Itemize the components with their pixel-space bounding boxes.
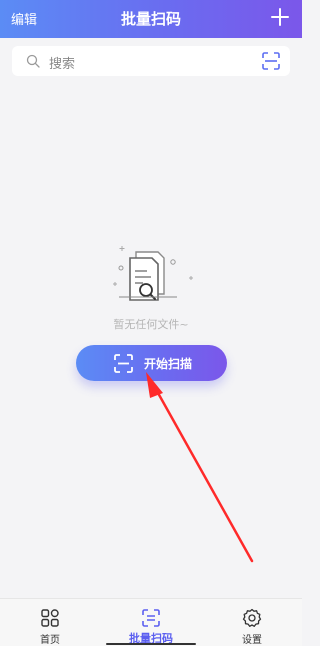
plus-icon[interactable]	[271, 8, 289, 26]
search-input[interactable]: 搜索	[49, 53, 75, 72]
bottom-tab-bar: 首页 批量扫码 设置	[0, 598, 302, 646]
scan-icon	[114, 354, 133, 373]
empty-state-message: 暂无任何文件~	[113, 318, 189, 331]
start-scan-label: 开始扫描	[144, 357, 193, 371]
gear-icon	[242, 608, 262, 627]
tab-home-label: 首页	[40, 635, 60, 646]
tab-home[interactable]: 首页	[0, 599, 100, 646]
search-icon	[26, 54, 40, 68]
scan-icon	[142, 609, 160, 627]
tab-batch-scan-label: 批量扫码	[129, 632, 173, 645]
grid-icon	[41, 609, 59, 627]
scan-icon[interactable]	[262, 52, 280, 70]
top-bar: 编辑 批量扫码	[0, 0, 302, 38]
start-scan-button[interactable]: 开始扫描	[76, 345, 227, 381]
search-bar[interactable]: 搜索	[12, 46, 290, 76]
empty-document-search-illustration	[113, 246, 193, 301]
tab-settings-label: 设置	[242, 635, 262, 646]
page-title: 批量扫码	[120, 10, 181, 28]
tab-batch-scan[interactable]: 批量扫码	[101, 599, 201, 646]
tab-settings[interactable]: 设置	[202, 599, 302, 646]
